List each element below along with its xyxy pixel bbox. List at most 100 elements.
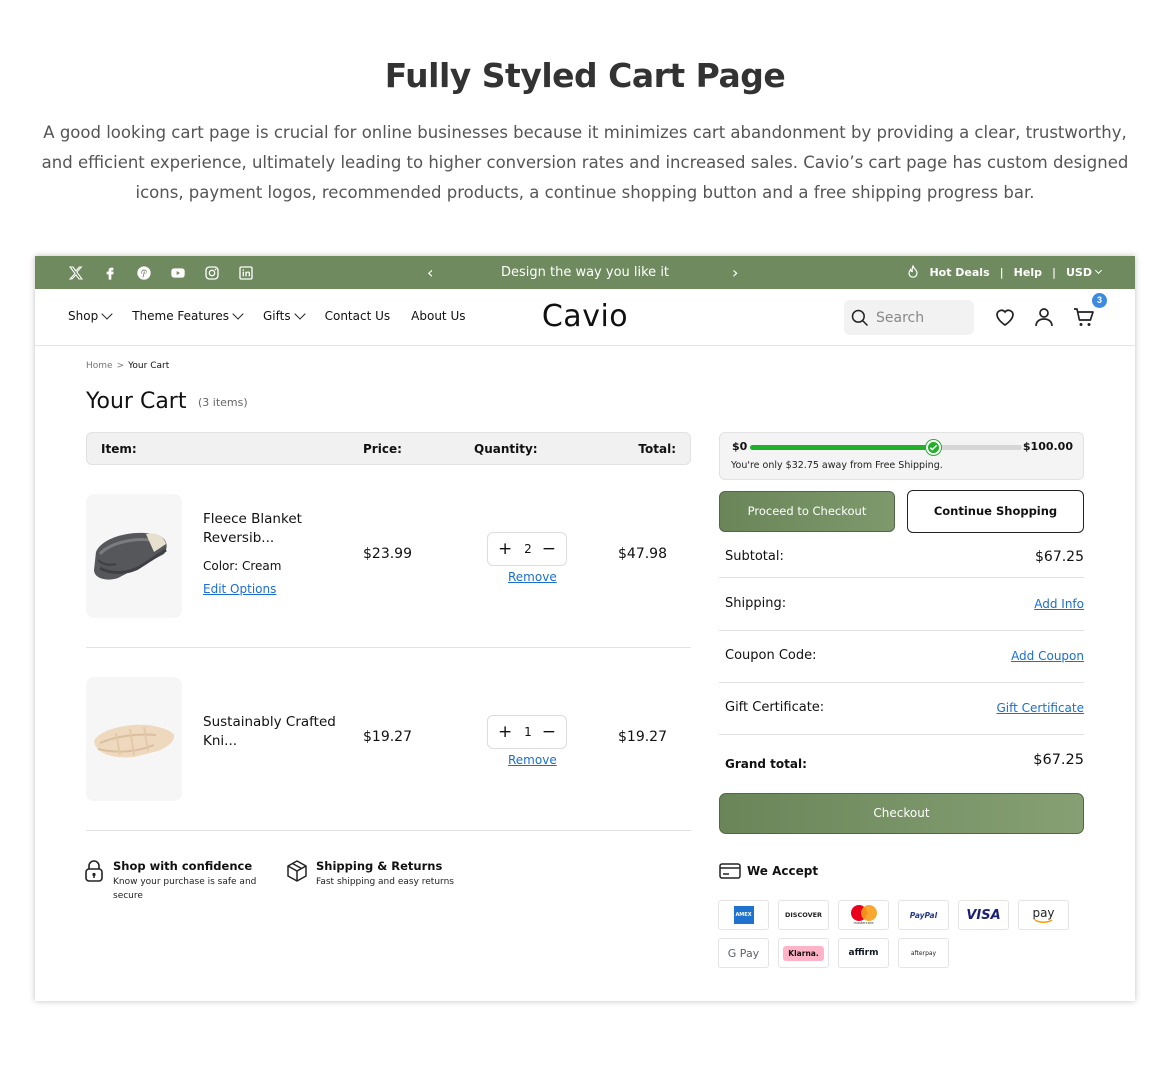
hot-deals-link[interactable]: Hot Deals bbox=[929, 266, 989, 279]
product-name[interactable]: Fleece Blanket Reversib... bbox=[203, 510, 353, 548]
header-price: Price: bbox=[363, 442, 402, 456]
promo-next-arrow-icon[interactable]: › bbox=[732, 263, 738, 282]
quantity-value[interactable]: 2 bbox=[488, 542, 568, 556]
klarna-label: Klarna. bbox=[783, 945, 824, 961]
free-shipping-progress: $0 $100.00 You're only $32.75 away from … bbox=[719, 432, 1084, 480]
flame-icon bbox=[908, 265, 919, 278]
add-coupon-link[interactable]: Add Coupon bbox=[1011, 649, 1084, 663]
edit-options-link[interactable]: Edit Options bbox=[203, 582, 276, 596]
amazon-pay-logo-icon: pay bbox=[1018, 900, 1069, 930]
lock-icon bbox=[85, 860, 103, 882]
breadcrumb-separator: > bbox=[116, 361, 125, 371]
google-pay-logo-icon: G Pay bbox=[718, 938, 769, 968]
package-box-icon bbox=[287, 860, 307, 882]
promo-prev-arrow-icon[interactable]: ‹ bbox=[427, 263, 433, 282]
shopping-cart-icon[interactable] bbox=[1072, 305, 1096, 329]
row-divider bbox=[86, 830, 691, 831]
pinterest-icon[interactable] bbox=[135, 264, 153, 282]
grand-total-row: Grand total: $67.25 bbox=[719, 752, 1084, 776]
page-description: A good looking cart page is crucial for … bbox=[41, 123, 1129, 202]
nav-item-contact-us[interactable]: Contact Us bbox=[325, 309, 391, 323]
decrease-quantity-button[interactable]: − bbox=[542, 539, 556, 559]
nav-item-label: Contact Us bbox=[324, 309, 391, 323]
subtotal-label: Subtotal: bbox=[725, 549, 784, 564]
shipping-message: You're only $32.75 away from Free Shippi… bbox=[731, 460, 943, 471]
nav-menu: Shop Theme Features Gifts Contact Us Abo… bbox=[68, 308, 465, 323]
account-user-icon[interactable] bbox=[1032, 305, 1056, 329]
nav-item-theme-features[interactable]: Theme Features bbox=[132, 308, 244, 323]
assurance-subtitle: Fast shipping and easy returns bbox=[316, 877, 454, 887]
affirm-logo-icon: affirm bbox=[838, 938, 889, 968]
currency-label: USD bbox=[1066, 265, 1092, 279]
x-icon[interactable] bbox=[67, 264, 85, 282]
announcement-bar: ‹ Design the way you like it › Hot Deals… bbox=[35, 256, 1135, 289]
product-image-knit-blanket[interactable] bbox=[86, 677, 182, 801]
decrease-quantity-button[interactable]: − bbox=[542, 722, 556, 742]
nav-item-gifts[interactable]: Gifts bbox=[263, 308, 306, 323]
shipping-and-returns: Shipping & Returns Fast shipping and eas… bbox=[286, 859, 466, 889]
continue-shopping-button[interactable]: Continue Shopping bbox=[907, 490, 1084, 533]
add-shipping-info-link[interactable]: Add Info bbox=[1034, 597, 1084, 611]
help-link[interactable]: Help bbox=[1014, 266, 1042, 279]
facebook-icon[interactable] bbox=[101, 264, 119, 282]
checkout-button[interactable]: Checkout bbox=[719, 793, 1084, 834]
visa-logo-icon: VISA bbox=[958, 900, 1009, 930]
chevron-down-icon bbox=[101, 308, 113, 320]
product-color-value: Cream bbox=[242, 559, 282, 573]
remove-item-link[interactable]: Remove bbox=[508, 570, 557, 584]
check-icon bbox=[925, 440, 941, 455]
top-utility-links: Hot Deals | Help | USD bbox=[907, 265, 1103, 279]
separator: | bbox=[1051, 265, 1056, 279]
linkedin-icon[interactable] bbox=[237, 264, 255, 282]
cart-title: Your Cart bbox=[86, 389, 187, 414]
visa-label: VISA bbox=[966, 907, 1001, 923]
promo-text: Design the way you like it bbox=[500, 265, 670, 280]
amex-logo-icon: AMEX bbox=[718, 900, 769, 930]
product-price: $23.99 bbox=[363, 546, 412, 562]
instagram-icon[interactable] bbox=[203, 264, 221, 282]
shipping-max: $100.00 bbox=[1022, 440, 1073, 453]
page-heading: Fully Styled Cart Page bbox=[384, 56, 786, 95]
discover-logo-icon: DISCOVER bbox=[778, 900, 829, 930]
social-links bbox=[67, 264, 255, 282]
cart-row: Sustainably Crafted Kni... $19.27 + 1 − … bbox=[86, 677, 691, 807]
shipping-min: $0 bbox=[732, 440, 748, 453]
store-logo[interactable]: Cavio bbox=[525, 299, 645, 334]
nav-item-shop[interactable]: Shop bbox=[68, 308, 113, 323]
line-total: $19.27 bbox=[618, 729, 667, 745]
product-color-label: Color: bbox=[203, 559, 239, 573]
breadcrumb-home-link[interactable]: Home bbox=[86, 361, 113, 371]
shop-with-confidence: Shop with confidence Know your purchase … bbox=[83, 859, 263, 903]
grand-total-label: Grand total: bbox=[725, 757, 807, 771]
product-image-fleece-blanket[interactable] bbox=[86, 494, 182, 618]
coupon-label: Coupon Code: bbox=[725, 648, 817, 663]
gift-certificate-link[interactable]: Gift Certificate bbox=[997, 701, 1085, 715]
search-box[interactable] bbox=[844, 300, 974, 335]
youtube-icon[interactable] bbox=[169, 264, 187, 282]
amazon-pay-label: pay bbox=[1032, 905, 1055, 920]
product-name[interactable]: Sustainably Crafted Kni... bbox=[203, 713, 343, 751]
gift-certificate-label: Gift Certificate: bbox=[725, 700, 825, 715]
remove-item-link[interactable]: Remove bbox=[508, 753, 557, 767]
paypal-logo-icon: PayPal bbox=[898, 900, 949, 930]
afterpay-logo-icon: afterpay bbox=[898, 938, 949, 968]
quantity-value[interactable]: 1 bbox=[488, 725, 568, 739]
shipping-progress-fill bbox=[750, 445, 933, 450]
we-accept-label: We Accept bbox=[747, 864, 819, 878]
proceed-to-checkout-button[interactable]: Proceed to Checkout bbox=[719, 491, 895, 532]
nav-item-label: About Us bbox=[411, 309, 466, 323]
nav-item-about-us[interactable]: About Us bbox=[411, 309, 465, 323]
wishlist-heart-icon[interactable] bbox=[993, 305, 1017, 329]
header-item: Item: bbox=[101, 442, 137, 456]
gift-certificate-row: Gift Certificate: Gift Certificate bbox=[719, 700, 1084, 720]
chevron-down-icon bbox=[232, 308, 244, 320]
google-pay-label: G Pay bbox=[727, 946, 760, 960]
summary-divider bbox=[719, 682, 1084, 683]
summary-divider bbox=[719, 630, 1084, 631]
quantity-stepper: + 2 − bbox=[487, 532, 567, 566]
assurance-title: Shop with confidence bbox=[113, 859, 253, 873]
breadcrumb-current: Your Cart bbox=[128, 361, 170, 371]
search-input[interactable] bbox=[876, 300, 970, 335]
shipping-progress-track bbox=[750, 440, 1022, 455]
currency-selector[interactable]: USD bbox=[1066, 265, 1103, 279]
